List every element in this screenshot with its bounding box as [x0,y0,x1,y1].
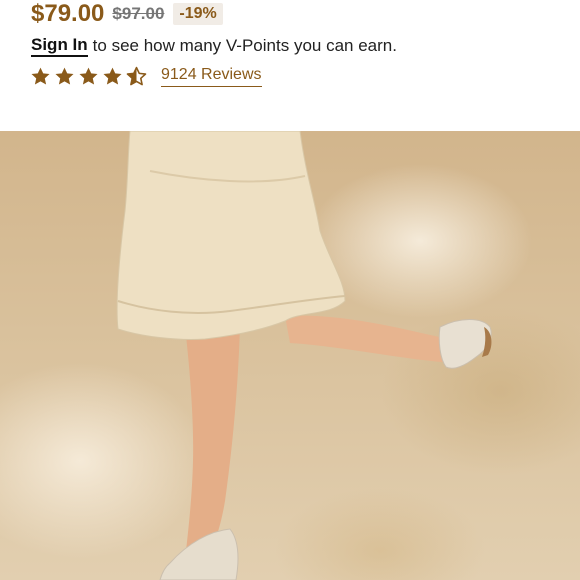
raised-shoe [438,319,492,369]
current-price: $79.00 [31,0,105,27]
half-star-icon [126,66,147,86]
raised-leg [285,315,452,363]
points-text: to see how many V-Points you can earn. [92,36,397,55]
discount-badge: -19% [173,3,223,25]
product-photo [0,131,580,580]
product-photo-art [116,131,492,580]
sign-in-link[interactable]: Sign In [31,35,88,57]
original-price: $97.00 [112,4,165,23]
points-message: Sign In to see how many V-Points you can… [31,35,397,57]
standing-leg [185,326,240,561]
rating-row: 9124 Reviews [30,66,262,87]
star-icon [79,67,98,85]
star-icon [55,67,74,85]
star-icon [103,67,122,85]
star-rating[interactable] [30,66,147,87]
reviews-link[interactable]: 9124 Reviews [161,66,262,87]
price-row: $79.00 $97.00 -19% [31,0,223,28]
star-icon [31,67,50,85]
